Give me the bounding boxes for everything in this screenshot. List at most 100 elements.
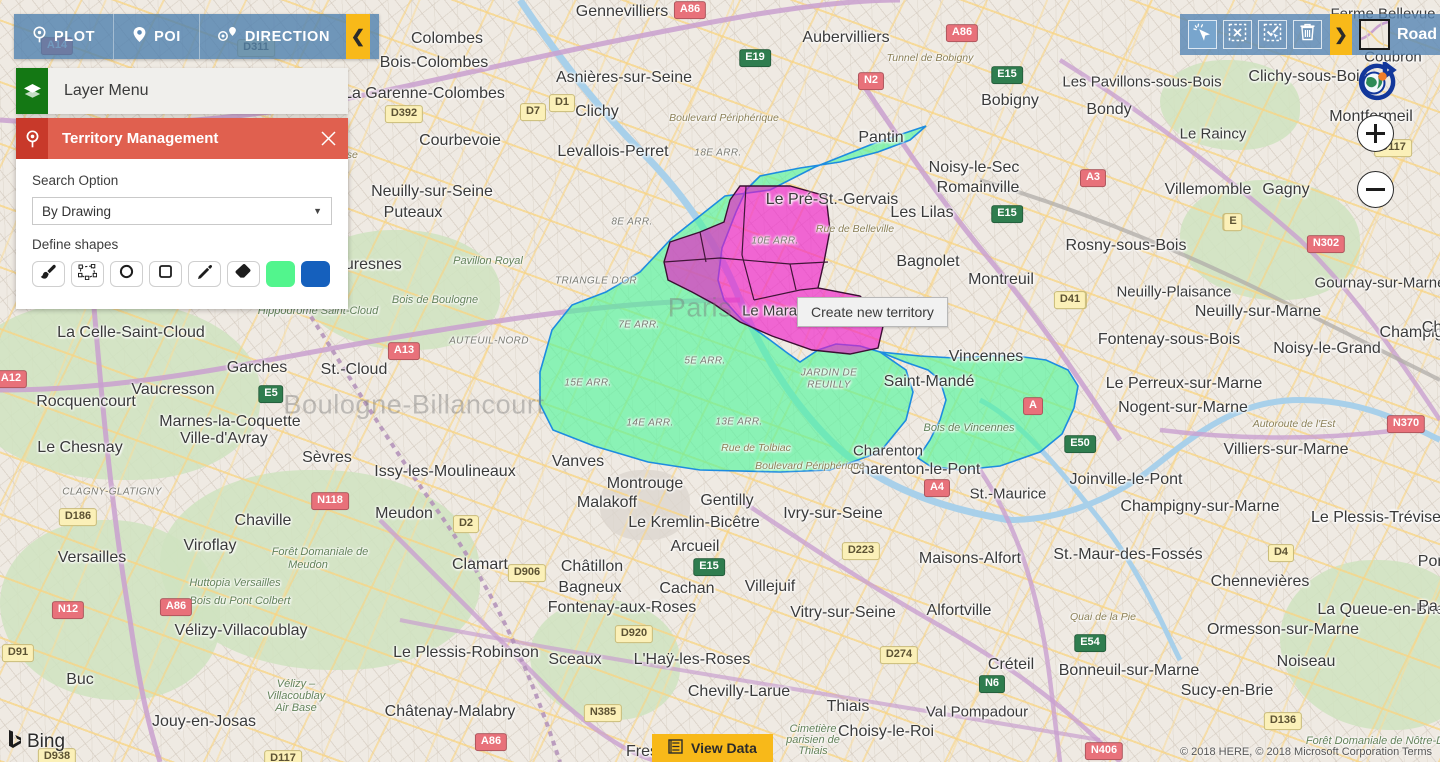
pencil-icon (197, 264, 213, 285)
polygon-nodes-icon (78, 263, 98, 285)
map-route-shield: D223 (841, 542, 881, 560)
dashed-box-check-icon (1263, 23, 1282, 47)
map-route-shield: D906 (507, 564, 547, 582)
map-route-shield: N370 (1386, 415, 1426, 433)
map-route-shield: N2 (857, 72, 885, 90)
selection-toolbar (1180, 14, 1330, 55)
map-route-shield: D1 (548, 94, 576, 112)
color-swatch-green[interactable] (266, 261, 295, 287)
bing-logo-icon (8, 729, 22, 754)
road-map-thumb-icon (1359, 19, 1390, 50)
cursor-click-icon (1193, 23, 1212, 47)
map-route-shield: A4 (923, 479, 951, 497)
brush-icon (40, 264, 57, 285)
bing-logo[interactable]: Bing (8, 729, 65, 754)
map-route-shield: D91 (1, 644, 35, 662)
map-route-shield: E19 (739, 49, 771, 67)
map-route-shield: A13 (387, 342, 421, 360)
view-data-label: View Data (691, 740, 757, 756)
poi-pin-icon (132, 26, 147, 47)
maptype-button[interactable]: Road (1352, 14, 1440, 55)
eraser-icon (235, 264, 252, 284)
pointer-select-button[interactable] (1188, 20, 1217, 49)
view-data-button[interactable]: View Data (652, 734, 773, 762)
eraser-tool[interactable] (227, 261, 260, 287)
map-route-shield: N12 (51, 601, 85, 619)
map-route-shield: D274 (879, 646, 919, 664)
map-route-shield: A86 (673, 1, 707, 19)
tab-plot-label: PLOT (54, 28, 96, 45)
motorway (738, 498, 1122, 762)
map-route-shield: E5 (258, 385, 284, 403)
map-route-shield: D136 (1263, 712, 1303, 730)
territory-polygon-green-east[interactable] (879, 351, 1079, 471)
trash-icon (1299, 23, 1316, 46)
map-route-shield: E54 (1074, 634, 1106, 652)
circle-tool[interactable] (110, 261, 143, 287)
main-toolbar: PLOT POI DIRECTION (14, 14, 380, 59)
tab-plot[interactable]: PLOT (14, 14, 115, 59)
bing-logo-label: Bing (27, 730, 66, 752)
railway (298, 298, 562, 762)
tab-poi[interactable]: POI (114, 14, 200, 59)
territory-management-panel: Territory Management Search Option By Dr… (16, 118, 348, 309)
railway (979, 178, 1440, 382)
river-marne (1009, 396, 1440, 523)
map-route-shield: D41 (1053, 291, 1087, 309)
layers-icon (16, 68, 48, 114)
clear-selection-button[interactable] (1223, 20, 1252, 49)
search-option-value: By Drawing (42, 203, 112, 219)
collapse-panel-button[interactable]: ❮ (346, 14, 370, 59)
map-copyright: © 2018 HERE, © 2018 Microsoft Corporatio… (1179, 746, 1432, 758)
map-route-shield: A86 (474, 733, 508, 751)
rectangle-tool[interactable] (149, 261, 182, 287)
map-route-shield: N406 (1084, 742, 1124, 760)
brush-tool[interactable] (32, 261, 65, 287)
layer-menu-label: Layer Menu (64, 82, 149, 99)
circle-icon (119, 264, 134, 284)
direction-pins-icon (217, 26, 238, 47)
maptype-expand-button[interactable]: ❯ (1330, 14, 1352, 55)
map-route-shield: D920 (614, 625, 654, 643)
chevron-left-icon: ❮ (350, 26, 366, 46)
zoom-out-button[interactable] (1357, 171, 1394, 208)
layer-menu-bar[interactable]: Layer Menu (16, 68, 348, 114)
map-route-shield: E15 (991, 66, 1023, 84)
map-route-shield: E15 (991, 205, 1023, 223)
polygon-edit-tool[interactable] (71, 261, 104, 287)
zoom-in-button[interactable] (1357, 115, 1394, 152)
map-route-shield: N6 (978, 675, 1006, 693)
motorway (1058, 58, 1440, 422)
territory-panel-title: Territory Management (62, 130, 219, 147)
territory-panel-header: Territory Management (16, 118, 348, 159)
map-route-shield: D7 (519, 103, 547, 121)
chevron-right-icon: ❯ (1334, 26, 1348, 44)
map-route-shield: E15 (693, 558, 725, 576)
select-all-button[interactable] (1258, 20, 1287, 49)
close-icon[interactable] (308, 118, 348, 159)
tab-poi-label: POI (154, 28, 181, 45)
map-route-shield: E (1223, 213, 1243, 231)
shape-tool-row (32, 261, 332, 287)
tab-direction[interactable]: DIRECTION (200, 14, 350, 59)
map-route-shield: N385 (583, 704, 623, 722)
delete-selection-button[interactable] (1293, 20, 1322, 49)
compass-globe-icon[interactable] (1355, 59, 1397, 104)
create-territory-tooltip: Create new territory (797, 297, 948, 327)
dashed-box-x-icon (1228, 23, 1247, 47)
pencil-tool[interactable] (188, 261, 221, 287)
map-route-shield: A12 (0, 370, 28, 388)
plot-pin-icon (32, 26, 47, 47)
minus-icon (1366, 188, 1385, 191)
map-canvas[interactable]: Gennevilliers Aubervilliers Colombes Bois-C… (0, 0, 1440, 762)
define-shapes-label: Define shapes (32, 237, 119, 252)
map-application: Gennevilliers Aubervilliers Colombes Bois-C… (0, 0, 1440, 762)
tab-direction-label: DIRECTION (244, 28, 331, 45)
search-option-select[interactable]: By Drawing ▼ (32, 197, 332, 225)
color-swatch-blue[interactable] (301, 261, 330, 287)
map-route-shield: D4 (1267, 544, 1295, 562)
territory-panel-body: Search Option By Drawing ▼ Define shapes (16, 159, 348, 309)
map-route-shield: D186 (58, 508, 98, 526)
maptype-label: Road (1397, 25, 1437, 43)
map-route-shield: A86 (945, 24, 979, 42)
